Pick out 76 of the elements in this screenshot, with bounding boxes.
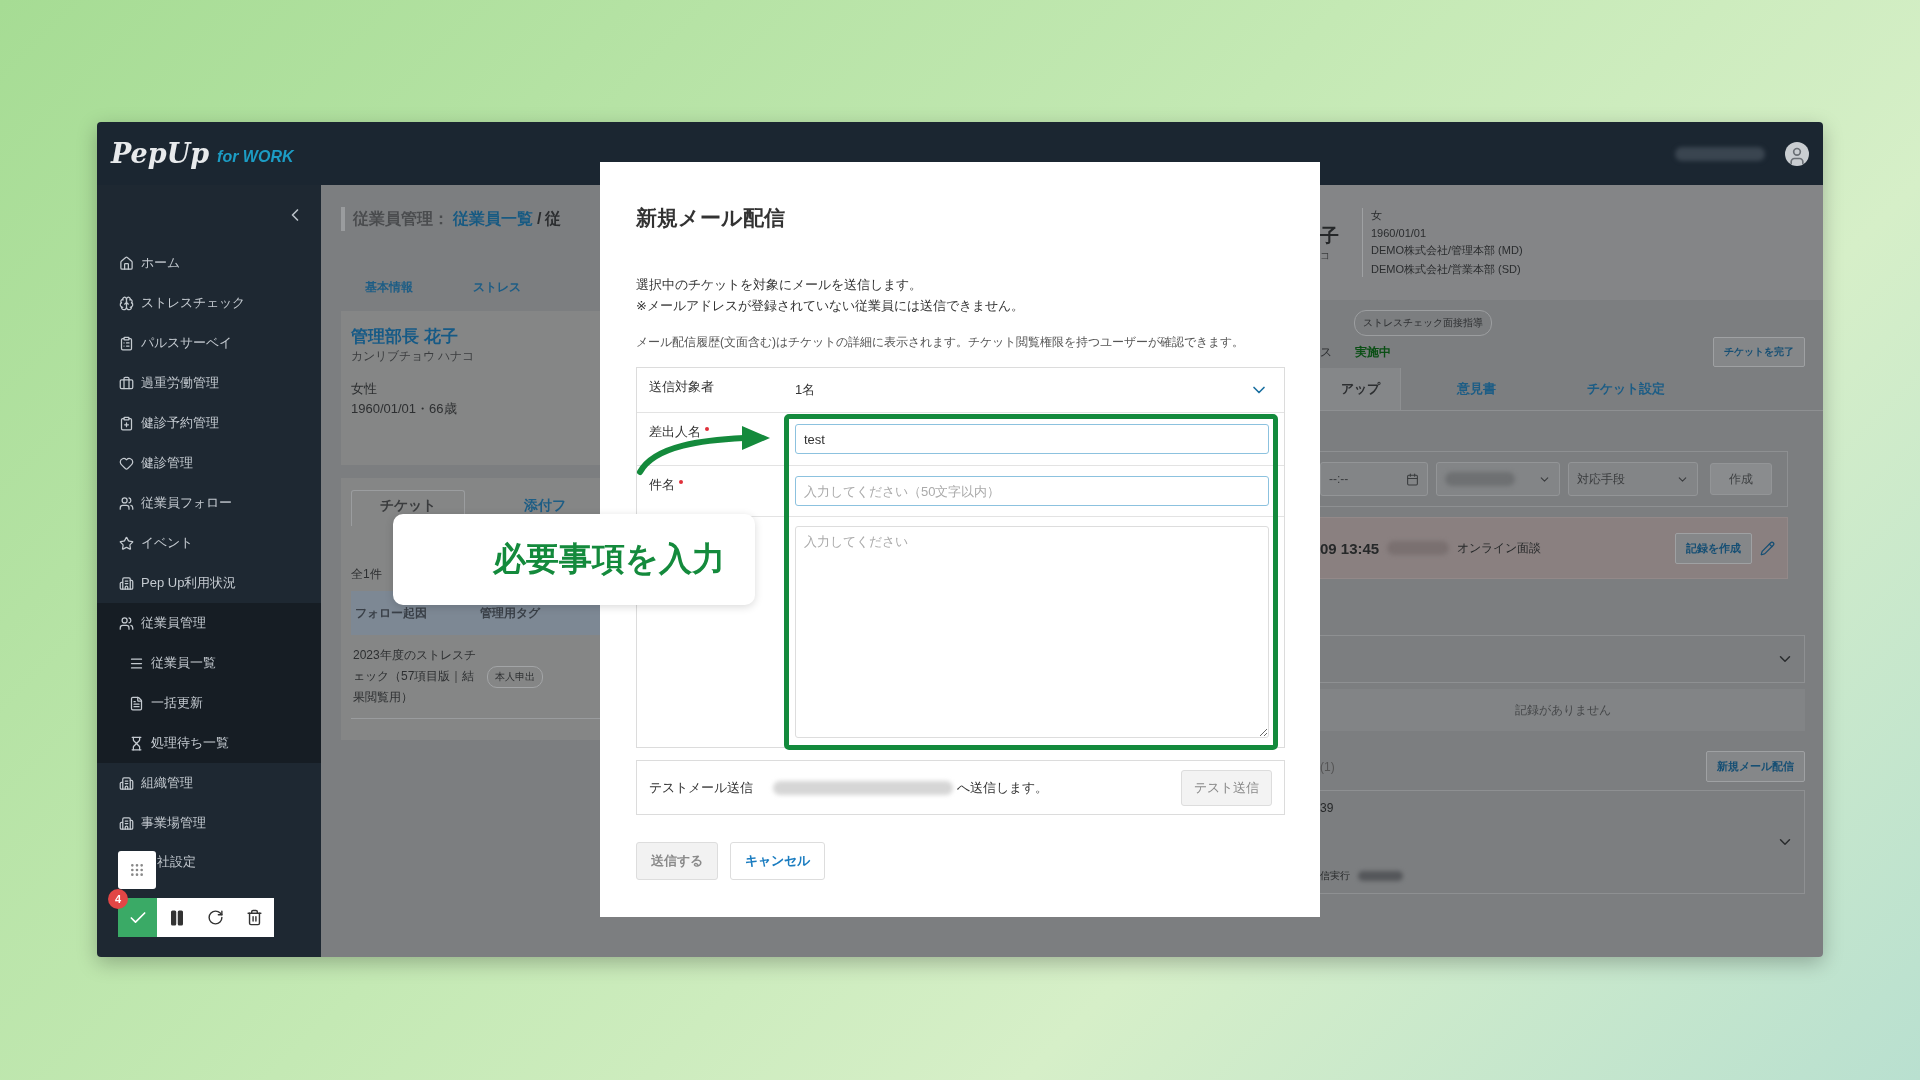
input-field[interactable]: 入力してください（50文字以内）	[795, 476, 1269, 506]
sidebar-item[interactable]: パルスサーベイ	[97, 323, 321, 363]
callout-text: 必要事項を入力	[492, 539, 725, 579]
field-label: 件名	[649, 476, 675, 494]
building-icon	[117, 775, 135, 791]
status-text: 実施中	[1355, 343, 1391, 361]
star-icon	[117, 535, 135, 551]
sidebar-item[interactable]: 健診予約管理	[97, 403, 321, 443]
input-field[interactable]: test	[795, 424, 1269, 454]
tag: 本人申出	[487, 665, 543, 688]
recipient-select[interactable]: 1名	[795, 380, 1269, 400]
heart-icon	[117, 455, 135, 471]
test-mail-label: テストメール送信	[649, 778, 754, 797]
sidebar-item[interactable]: 社設定	[157, 847, 321, 877]
building-icon	[117, 575, 135, 591]
employee-name: 管理部長 花子	[351, 326, 459, 348]
sidebar-item[interactable]: 一括更新	[97, 683, 321, 723]
employee-kana: カンリブチョウ ハナコ	[351, 348, 476, 365]
refresh-icon	[207, 909, 224, 926]
appointment-type: オンライン面談	[1457, 539, 1542, 557]
pencil-icon[interactable]	[1760, 540, 1775, 556]
sidebar-item[interactable]: 従業員一覧	[97, 643, 321, 683]
description-text: 選択中のチケットを対象にメールを送信します。	[636, 276, 923, 294]
tab[interactable]: アップ	[1320, 368, 1401, 410]
sidebar-item[interactable]: 処理待ち一覧	[97, 723, 321, 763]
sidebar-item[interactable]: 従業員フォロー	[97, 483, 321, 523]
description-text: ※メールアドレスが登録されていない従業員には送信できません。	[636, 297, 1025, 315]
sidebar-item[interactable]: 従業員管理	[97, 603, 321, 643]
people-icon	[117, 495, 135, 511]
info-text: DEMO株式会社/管理本部 (MD)	[1371, 243, 1523, 258]
sidebar-item[interactable]: ストレスチェック	[97, 283, 321, 323]
date-text: 39	[1320, 801, 1335, 815]
column-header: 管理用タグ	[478, 604, 542, 622]
note-text: メール配信履歴(文面含む)はチケットの詳細に表示されます。チケット閲覧権限を持つユーザーが確認できます。	[636, 334, 1245, 351]
home-icon	[117, 255, 135, 271]
field-label: 差出人名	[649, 423, 701, 441]
sidebar-item[interactable]: 事業場管理	[97, 803, 321, 843]
kana-text: コ	[1320, 248, 1331, 263]
sidebar-item[interactable]: 組織管理	[97, 763, 321, 803]
sidebar-item[interactable]: イベント	[97, 523, 321, 563]
blurred-text	[1358, 871, 1403, 881]
birth-text: 1960/01/01・66歳	[351, 400, 458, 418]
test-mail-suffix: へ送信します。	[957, 778, 1048, 797]
logo-suffix: for WORK	[217, 147, 294, 166]
calendar-icon	[1406, 472, 1419, 486]
gender-text: 女性	[351, 380, 378, 398]
logo: PepUp	[111, 138, 210, 169]
sent-label: 信実行	[1320, 869, 1350, 883]
field-label: 送信対象者	[649, 378, 714, 396]
drag-handle[interactable]	[118, 851, 156, 889]
appointment-time: 09 13:45	[1320, 539, 1380, 557]
grip-icon	[129, 862, 145, 878]
sidebar-item[interactable]: 過重労働管理	[97, 363, 321, 403]
cancel-button[interactable]: キャンセル	[730, 842, 825, 880]
people-icon	[117, 615, 135, 631]
breadcrumb-item: 従	[545, 208, 562, 229]
sidebar-item[interactable]: ホーム	[97, 243, 321, 283]
info-text: 1960/01/01	[1371, 227, 1428, 239]
column-header: フォロー起因	[354, 604, 428, 622]
sidebar-item[interactable]: 健診管理	[97, 443, 321, 483]
message-field[interactable]: 入力してください	[795, 526, 1269, 738]
dialog-title: 新規メール配信	[636, 205, 786, 231]
name-text: 子	[1320, 223, 1340, 248]
trash-icon	[246, 909, 263, 926]
briefcase-icon	[117, 375, 135, 391]
sidebar-item[interactable]: Pep Up利用状況	[97, 563, 321, 603]
select-field[interactable]	[1436, 462, 1560, 496]
building-icon	[117, 815, 135, 831]
table-cell-text: 2023年度のストレスチェック（57項目版｜結果閲覧用）	[352, 647, 477, 706]
avatar-icon[interactable]	[1785, 141, 1809, 166]
info-text: 女	[1371, 208, 1383, 223]
status-label: ス	[1320, 343, 1333, 361]
brain-icon	[117, 295, 135, 311]
info-text: DEMO株式会社/営業本部 (SD)	[1371, 262, 1522, 277]
count-text: 全1件	[351, 566, 383, 583]
breadcrumb-separator: /	[537, 210, 542, 228]
